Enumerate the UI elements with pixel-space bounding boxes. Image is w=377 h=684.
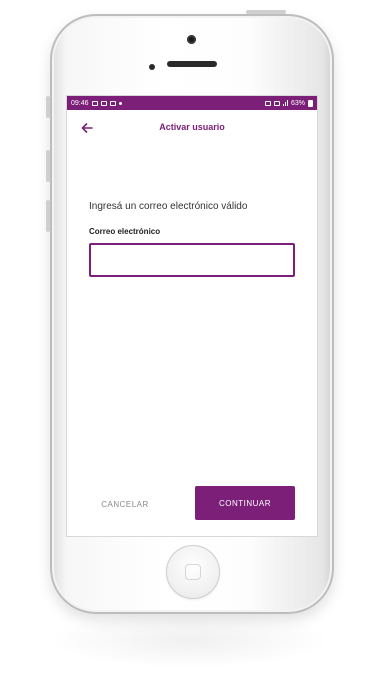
status-left: 09:46 [71, 100, 122, 107]
mute-switch [46, 96, 50, 118]
home-button[interactable] [166, 545, 220, 599]
proximity-sensor [149, 64, 155, 70]
mute-icon [264, 100, 271, 106]
email-input[interactable] [89, 243, 295, 277]
gallery-icon [91, 100, 98, 106]
status-time: 09:46 [71, 99, 89, 107]
home-square-icon [185, 564, 201, 580]
status-bar: 09:46 63% [67, 96, 317, 110]
page-title: Activar usuario [159, 122, 225, 132]
volume-up-button [46, 150, 50, 182]
signal-icon [282, 100, 288, 106]
status-right: 63% [264, 99, 313, 107]
front-camera [187, 35, 196, 44]
battery-icon [308, 99, 313, 107]
cancel-button[interactable]: CANCELAR [95, 488, 155, 520]
power-button [246, 10, 286, 14]
image-icon [109, 100, 116, 106]
battery-percentage: 63% [290, 99, 305, 107]
instruction-text: Ingresá un correo electrónico válido [89, 201, 248, 212]
notification-dot-icon [118, 101, 122, 105]
continue-button[interactable]: CONTINUAR [195, 486, 295, 520]
volume-down-button [46, 200, 50, 232]
calendar-icon [100, 100, 107, 106]
email-label: Correo electrónico [89, 227, 161, 236]
app-bar: Activar usuario [67, 110, 317, 146]
wifi-icon [273, 100, 280, 106]
phone-screen: 09:46 63% Activar usuario Ingresá un cor… [67, 96, 317, 536]
earpiece-speaker [167, 61, 217, 67]
